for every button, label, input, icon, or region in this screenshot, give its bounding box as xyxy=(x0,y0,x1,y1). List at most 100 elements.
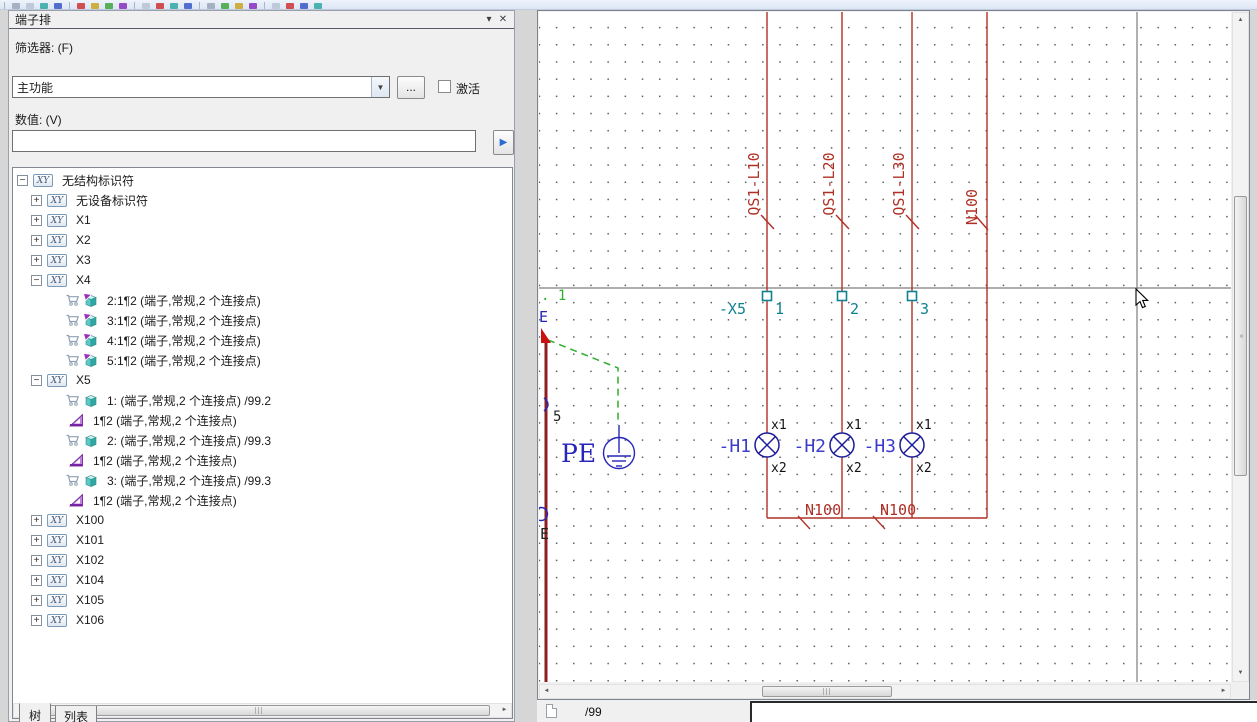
tab-tree[interactable]: 树 xyxy=(19,703,51,722)
expand-toggle-icon[interactable]: + xyxy=(31,615,42,626)
value-input[interactable] xyxy=(12,130,476,152)
expand-toggle-icon[interactable]: + xyxy=(31,235,42,246)
terminal-number[interactable]: 2 xyxy=(850,300,859,318)
terminal-point[interactable] xyxy=(763,292,772,301)
earth-symbol[interactable] xyxy=(604,425,635,469)
filter-browse-button[interactable]: ... xyxy=(397,76,425,99)
toolbar-icon[interactable] xyxy=(156,3,164,9)
collapse-toggle-icon[interactable]: − xyxy=(17,175,28,186)
tree-item[interactable]: +XYX106 xyxy=(13,610,512,630)
tree-item[interactable]: 1¶2 (端子,常规,2 个连接点) xyxy=(13,450,512,470)
tree-item[interactable]: +XYX105 xyxy=(13,590,512,610)
tree-item[interactable]: +XY无设备标识符 xyxy=(13,190,512,210)
panel-titlebar[interactable]: 端子排 ▾ ✕ xyxy=(9,11,514,29)
toolbar-icon[interactable] xyxy=(12,3,20,9)
toolbar-icon[interactable] xyxy=(40,3,48,9)
wire-label[interactable]: N100 xyxy=(963,189,981,225)
active-checkbox[interactable] xyxy=(438,80,451,93)
schematic-vertical-scrollbar[interactable]: ▲ ▼ ≡ xyxy=(1232,12,1249,682)
toolbar-icon[interactable] xyxy=(207,3,215,9)
terminal-point[interactable] xyxy=(908,292,917,301)
tree-item[interactable]: 2:1¶2 (端子,常规,2 个连接点) xyxy=(13,290,512,310)
toolbar-icon[interactable] xyxy=(272,3,280,9)
tree-item[interactable]: +XYX104 xyxy=(13,570,512,590)
tree-item[interactable]: 1: (端子,常规,2 个连接点) /99.2 xyxy=(13,390,512,410)
lamp-symbol[interactable] xyxy=(755,433,779,457)
scroll-right-icon[interactable]: ► xyxy=(1217,685,1230,698)
toolbar-icon[interactable] xyxy=(184,3,192,9)
toolbar-icon[interactable] xyxy=(286,3,294,9)
tree-item[interactable]: 3: (端子,常规,2 个连接点) /99.3 xyxy=(13,470,512,490)
toolbar-icon[interactable] xyxy=(221,3,229,9)
tree-item[interactable]: 4:1¶2 (端子,常规,2 个连接点) xyxy=(13,330,512,350)
lamp-symbol[interactable] xyxy=(900,433,924,457)
scroll-right-icon[interactable]: ► xyxy=(498,704,511,717)
toolbar-icon[interactable] xyxy=(142,3,150,9)
panel-close-icon[interactable]: ✕ xyxy=(496,14,510,25)
wire-label[interactable]: QS1-L20 xyxy=(820,152,838,215)
toolbar-icon[interactable] xyxy=(77,3,85,9)
pe-label[interactable]: PE xyxy=(561,439,596,468)
wire-QS1-L10[interactable] xyxy=(761,12,774,518)
combobox-arrow-icon[interactable]: ▼ xyxy=(371,77,389,97)
collapse-toggle-icon[interactable]: − xyxy=(31,375,42,386)
tree-item[interactable]: +XYX3 xyxy=(13,250,512,270)
tree-item[interactable]: +XYX2 xyxy=(13,230,512,250)
toolbar-icon[interactable] xyxy=(119,3,127,9)
filter-combobox[interactable]: 主功能 ▼ xyxy=(12,76,390,98)
tree-item[interactable]: −XYX5 xyxy=(13,370,512,390)
tree-item[interactable]: 2: (端子,常规,2 个连接点) /99.3 xyxy=(13,430,512,450)
toolbar-icon[interactable] xyxy=(105,3,113,9)
terminal-point[interactable] xyxy=(838,292,847,301)
tree-item[interactable]: 1¶2 (端子,常规,2 个连接点) xyxy=(13,410,512,430)
collapse-toggle-icon[interactable]: − xyxy=(31,275,42,286)
schematic-hscroll-thumb[interactable]: ||| xyxy=(762,686,892,697)
apply-value-button[interactable]: ▶ xyxy=(493,130,514,155)
toolbar-icon[interactable] xyxy=(249,3,257,9)
expand-toggle-icon[interactable]: + xyxy=(31,215,42,226)
expand-toggle-icon[interactable]: + xyxy=(31,255,42,266)
main-toolbar[interactable] xyxy=(0,0,1257,10)
expand-toggle-icon[interactable]: + xyxy=(31,195,42,206)
toolbar-icon[interactable] xyxy=(314,3,322,9)
schematic-horizontal-scrollbar[interactable]: ◄ ► ||| xyxy=(539,684,1231,699)
tree-item[interactable]: +XYX102 xyxy=(13,550,512,570)
expand-toggle-icon[interactable]: + xyxy=(31,515,42,526)
tree-item[interactable]: +XYX100 xyxy=(13,510,512,530)
lamp-symbol[interactable] xyxy=(830,433,854,457)
bus-label[interactable]: N100 xyxy=(880,501,916,519)
scroll-left-icon[interactable]: ◄ xyxy=(540,685,553,698)
lamp-name[interactable]: -H1 xyxy=(718,436,751,457)
schematic-vscroll-thumb[interactable]: ≡ xyxy=(1234,196,1247,476)
sheet-tab[interactable]: /99 xyxy=(585,705,602,719)
wire-label[interactable]: QS1-L10 xyxy=(745,152,763,215)
tree-item[interactable]: +XYX1 xyxy=(13,210,512,230)
expand-toggle-icon[interactable]: + xyxy=(31,595,42,606)
tree-item[interactable]: 1¶2 (端子,常规,2 个连接点) xyxy=(13,490,512,510)
scroll-down-icon[interactable]: ▼ xyxy=(1234,667,1247,680)
wire-label[interactable]: QS1-L30 xyxy=(890,152,908,215)
toolbar-icon[interactable] xyxy=(300,3,308,9)
tree-item[interactable]: +XYX101 xyxy=(13,530,512,550)
toolbar-icon[interactable] xyxy=(170,3,178,9)
wire-QS1-L30[interactable] xyxy=(906,12,919,518)
expand-toggle-icon[interactable]: + xyxy=(31,535,42,546)
toolbar-icon[interactable] xyxy=(26,3,34,9)
expand-toggle-icon[interactable]: + xyxy=(31,575,42,586)
expand-toggle-icon[interactable]: + xyxy=(31,555,42,566)
terminal-strip-name[interactable]: -X5 xyxy=(719,300,746,318)
terminal-number[interactable]: 3 xyxy=(920,300,929,318)
wire-QS1-L20[interactable] xyxy=(836,12,849,518)
schematic-canvas[interactable]: QS1-L101-H1x1x2QS1-L202-H2x1x2QS1-L303-H… xyxy=(539,12,1231,682)
toolbar-icon[interactable] xyxy=(235,3,243,9)
panel-menu-caret-icon[interactable]: ▾ xyxy=(482,14,496,25)
tree-item[interactable]: 3:1¶2 (端子,常规,2 个连接点) xyxy=(13,310,512,330)
toolbar-icon[interactable] xyxy=(54,3,62,9)
tree-item[interactable]: −XYX4 xyxy=(13,270,512,290)
lamp-name[interactable]: -H3 xyxy=(863,436,896,457)
toolbar-icon[interactable] xyxy=(91,3,99,9)
lamp-name[interactable]: -H2 xyxy=(793,436,826,457)
tree-item[interactable]: 5:1¶2 (端子,常规,2 个连接点) xyxy=(13,350,512,370)
tab-list[interactable]: 列表 xyxy=(55,706,97,722)
bus-label[interactable]: N100 xyxy=(805,501,841,519)
